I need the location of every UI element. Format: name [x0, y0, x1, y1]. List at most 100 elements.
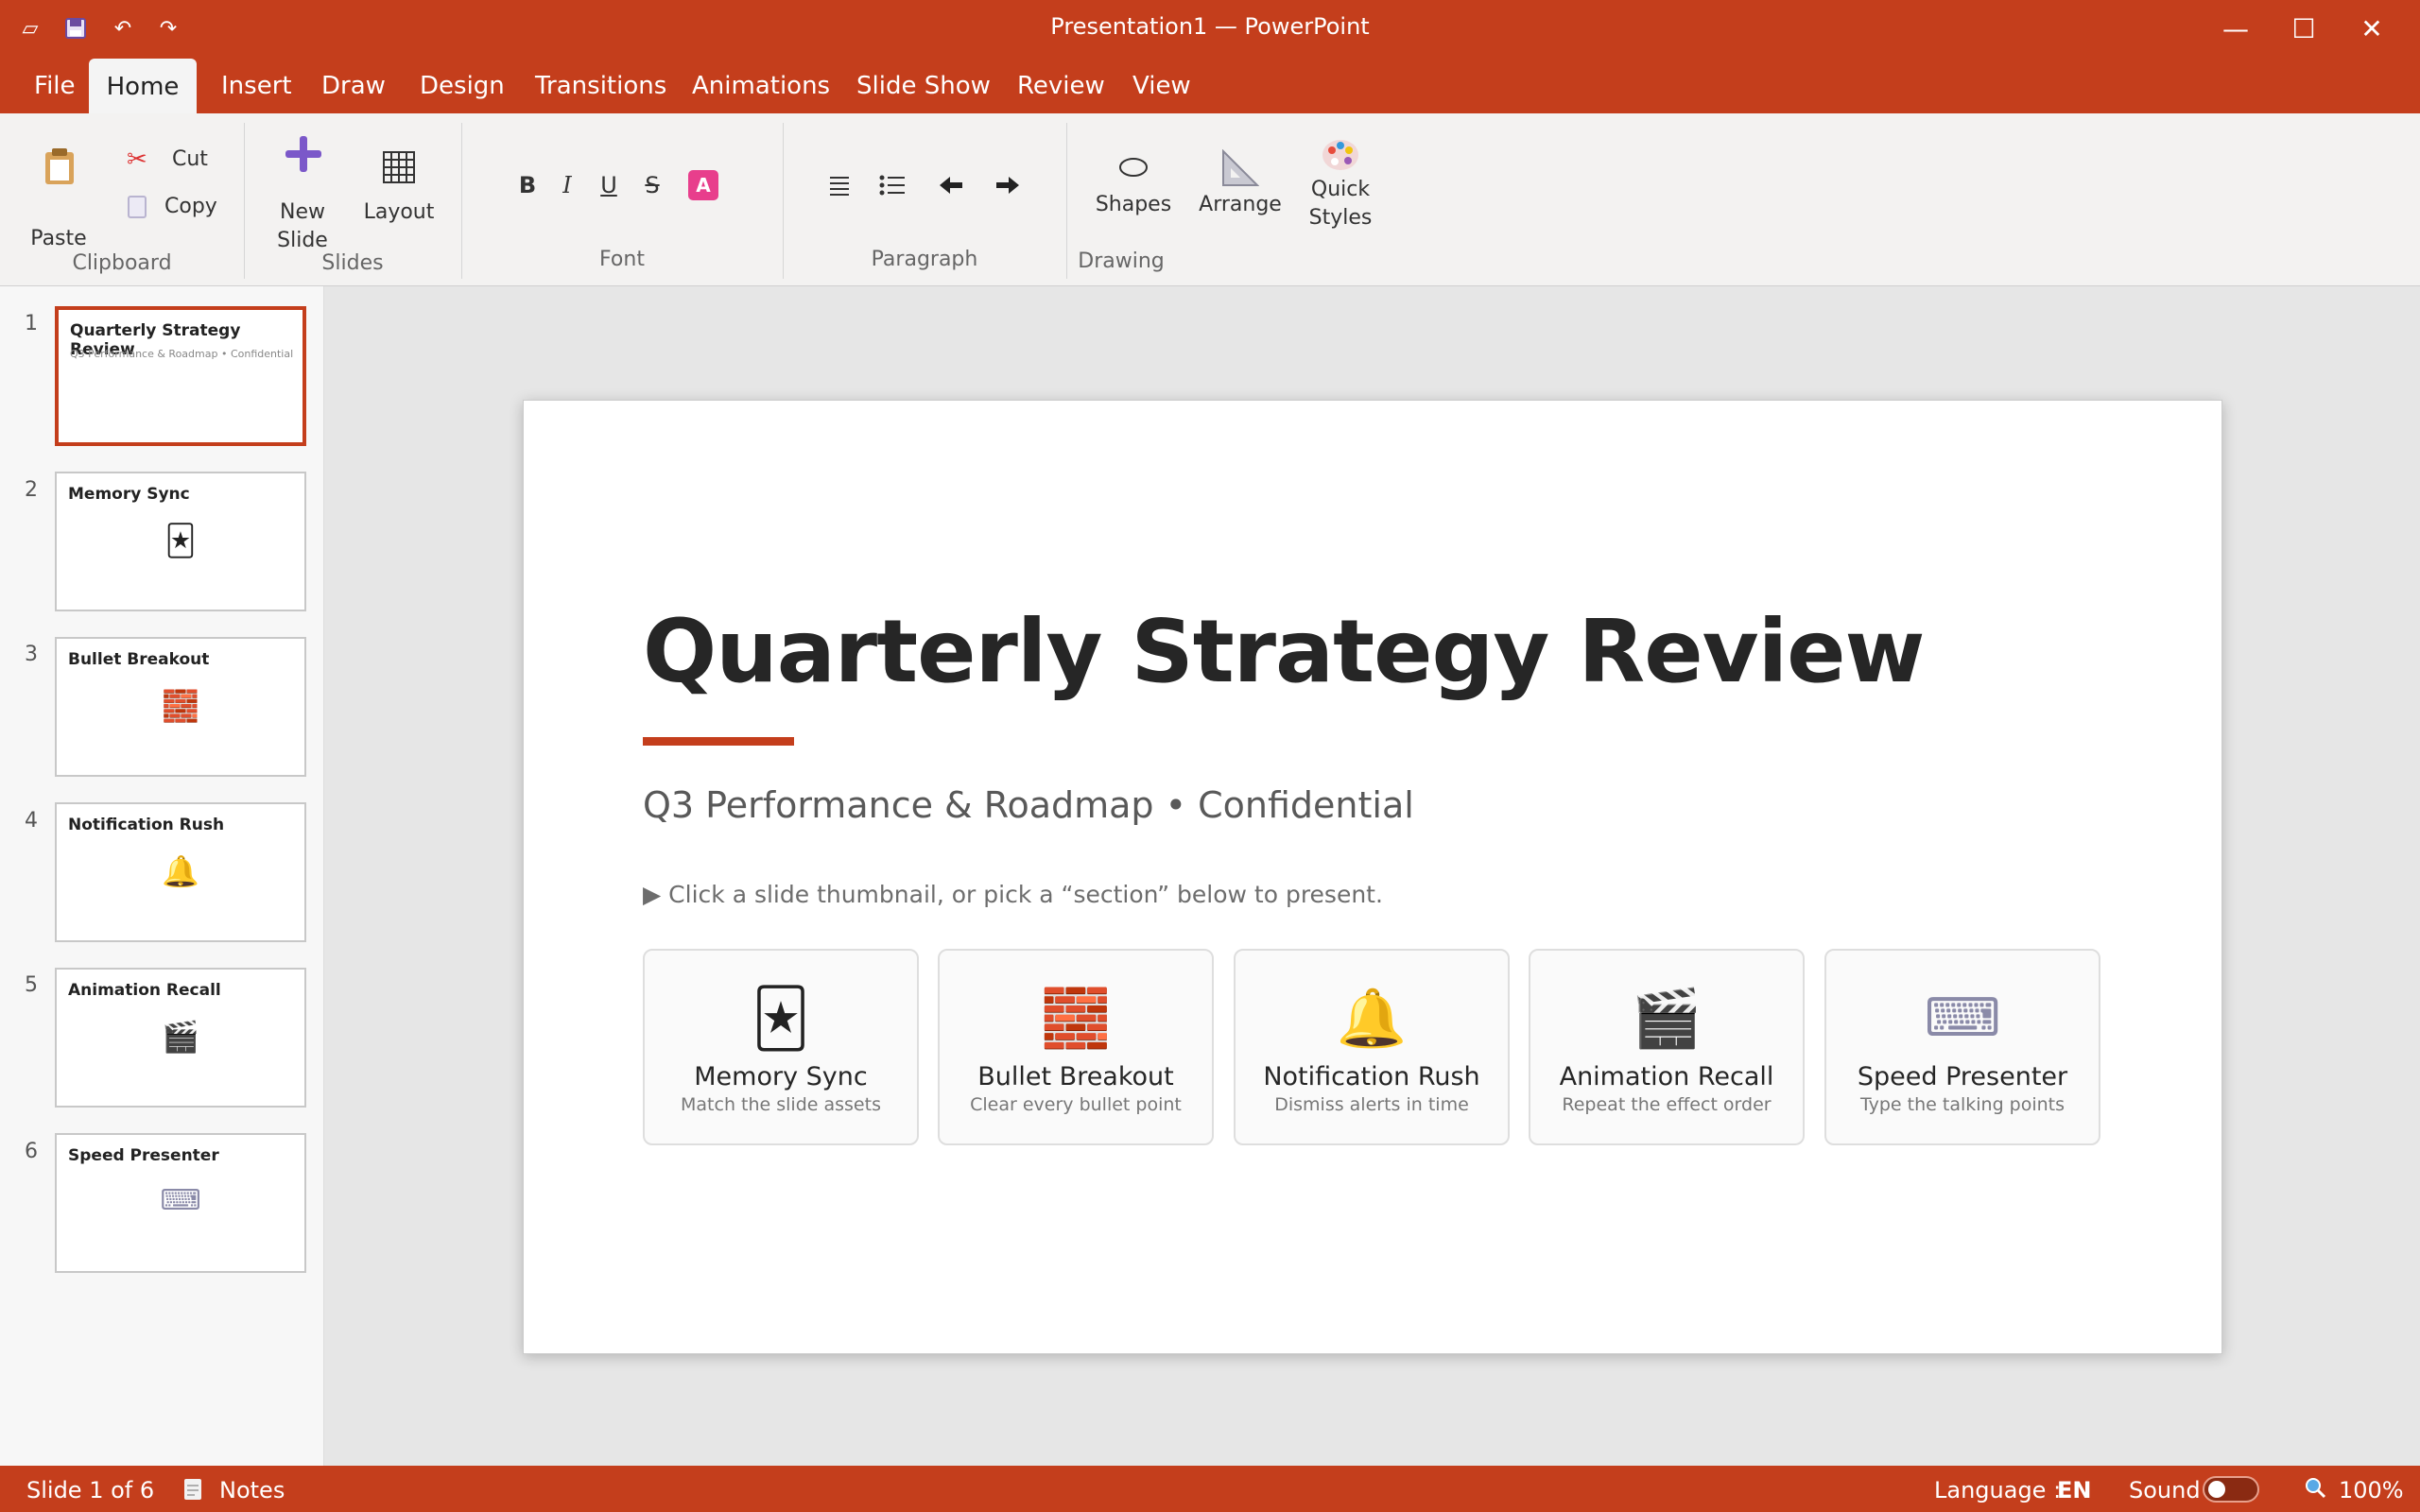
clapperboard-icon: 🎬	[162, 1019, 199, 1055]
section-card-bullet-breakout[interactable]: 🧱 Bullet Breakout Clear every bullet poi…	[938, 949, 1214, 1145]
status-bar: Slide 1 of 6 Notes Language : EN Sound 1…	[0, 1466, 2420, 1512]
layout-label: Layout	[363, 200, 435, 224]
quick-styles-button[interactable]: Quick Styles	[1301, 138, 1380, 242]
scissors-icon: ✂	[127, 146, 147, 174]
thumbnail-subtitle: Q3 Performance & Roadmap • Confidential	[70, 348, 294, 360]
title-bar: ▱ ↶ ↷ Presentation1 — PowerPoint — ☐ ✕	[0, 0, 2420, 57]
drawing-group-label: Drawing	[1078, 249, 1165, 273]
font-color-button[interactable]: A	[688, 170, 718, 200]
ruler-triangle-icon	[1221, 148, 1260, 191]
slide-counter: Slide 1 of 6	[26, 1477, 155, 1503]
slide-thumbnail-2[interactable]: Memory Sync 🃏	[55, 472, 306, 611]
italic-button[interactable]: I	[548, 168, 586, 202]
bullet-list-icon[interactable]	[873, 168, 911, 202]
arrange-label: Arrange	[1199, 193, 1282, 216]
window-title: Presentation1 — PowerPoint	[1050, 13, 1370, 40]
sound-toggle[interactable]	[2203, 1476, 2259, 1503]
font-group-label: Font	[599, 248, 645, 271]
slides-group-label: Slides	[321, 251, 384, 275]
zoom-level[interactable]: 100%	[2339, 1477, 2404, 1503]
palette-icon	[1322, 138, 1359, 176]
card-title: Bullet Breakout	[977, 1062, 1174, 1091]
ribbon-separator	[244, 123, 245, 279]
clapperboard-icon: 🎬	[1631, 986, 1703, 1052]
slide-title[interactable]: Quarterly Strategy Review	[643, 601, 1925, 702]
joker-card-icon: 🃏	[752, 986, 810, 1052]
slide-hint: ▶ Click a slide thumbnail, or pick a “se…	[643, 881, 1383, 908]
slide-subtitle[interactable]: Q3 Performance & Roadmap • Confidential	[643, 784, 1414, 826]
card-title: Speed Presenter	[1857, 1062, 2068, 1091]
keyboard-icon: ⌨	[160, 1184, 201, 1217]
cut-label: Cut	[172, 147, 208, 171]
notes-icon	[183, 1478, 202, 1506]
bell-icon: 🔔	[162, 853, 199, 889]
slide-thumbnail-4[interactable]: Notification Rush 🔔	[55, 802, 306, 942]
thumbnail-number: 2	[25, 478, 38, 502]
new-slide-label-line2: Slide	[277, 229, 328, 252]
notes-button[interactable]: Notes	[183, 1477, 372, 1503]
tab-view[interactable]: View	[1112, 59, 1212, 113]
section-card-notification-rush[interactable]: 🔔 Notification Rush Dismiss alerts in ti…	[1234, 949, 1510, 1145]
slide-thumbnail-5[interactable]: Animation Recall 🎬	[55, 968, 306, 1108]
clipboard-group-label: Clipboard	[72, 251, 172, 275]
joker-card-icon: 🃏	[164, 523, 197, 558]
tab-file[interactable]: File	[13, 59, 96, 113]
close-button[interactable]: ✕	[2348, 11, 2395, 45]
layout-button[interactable]: Layout	[357, 151, 441, 246]
section-card-animation-recall[interactable]: 🎬 Animation Recall Repeat the effect ord…	[1529, 949, 1805, 1145]
copy-button[interactable]: Copy	[127, 193, 231, 225]
minimize-button[interactable]: —	[2212, 11, 2259, 45]
decrease-indent-icon[interactable]	[932, 168, 970, 202]
align-icon[interactable]	[821, 168, 858, 202]
language-value[interactable]: EN	[2057, 1477, 2091, 1503]
section-card-memory-sync[interactable]: 🃏 Memory Sync Match the slide assets	[643, 949, 919, 1145]
card-description: Type the talking points	[1859, 1094, 2066, 1115]
bold-button[interactable]: B	[509, 168, 546, 202]
strikethrough-button[interactable]: S	[633, 168, 671, 202]
current-slide[interactable]: Quarterly Strategy Review Q3 Performance…	[523, 400, 2222, 1354]
increase-indent-icon[interactable]	[989, 168, 1027, 202]
clipboard-icon	[43, 147, 76, 189]
copy-icon	[127, 195, 147, 223]
thumbnail-number: 1	[25, 312, 38, 335]
new-slide-button[interactable]: New Slide	[265, 134, 340, 257]
thumbnail-title: Notification Rush	[68, 816, 225, 834]
tab-slide-show[interactable]: Slide Show	[836, 59, 1011, 113]
quick-styles-label-line2: Styles	[1308, 206, 1373, 230]
copy-label: Copy	[164, 195, 217, 218]
title-accent-rule	[643, 737, 794, 746]
shapes-button[interactable]: Shapes	[1093, 151, 1174, 227]
section-card-speed-presenter[interactable]: ⌨ Speed Presenter Type the talking point…	[1824, 949, 2100, 1145]
notes-label: Notes	[219, 1477, 285, 1503]
cut-button[interactable]: ✂ Cut	[127, 146, 231, 178]
maximize-button[interactable]: ☐	[2280, 11, 2327, 45]
paragraph-group-label: Paragraph	[871, 248, 978, 271]
tab-draw[interactable]: Draw	[301, 59, 406, 113]
tab-transitions[interactable]: Transitions	[514, 59, 687, 113]
card-description: Repeat the effect order	[1562, 1094, 1772, 1115]
tab-design[interactable]: Design	[399, 59, 526, 113]
thumbnail-number: 3	[25, 643, 38, 666]
zoom-icon[interactable]	[2303, 1475, 2327, 1505]
grid-icon	[383, 151, 415, 187]
language-label: Language :	[1934, 1477, 2062, 1503]
slide-thumbnail-3[interactable]: Bullet Breakout 🧱	[55, 637, 306, 777]
slide-thumbnail-6[interactable]: Speed Presenter ⌨	[55, 1133, 306, 1273]
keyboard-icon: ⌨	[1924, 988, 2001, 1049]
tab-animations[interactable]: Animations	[671, 59, 851, 113]
underline-button[interactable]: U	[590, 168, 628, 202]
thumbnail-title: Bullet Breakout	[68, 650, 210, 669]
card-description: Match the slide assets	[681, 1094, 881, 1115]
tab-home[interactable]: Home	[89, 59, 197, 115]
plus-icon	[284, 134, 323, 178]
card-title: Notification Rush	[1263, 1062, 1480, 1091]
ellipse-icon	[1118, 157, 1149, 181]
thumbnail-number: 4	[25, 809, 38, 833]
paste-button[interactable]: Paste	[19, 147, 98, 250]
arrange-button[interactable]: Arrange	[1195, 147, 1286, 227]
quick-styles-label-line1: Quick	[1310, 178, 1371, 201]
tab-review[interactable]: Review	[996, 59, 1126, 113]
thumbnail-number: 5	[25, 973, 38, 997]
tab-insert[interactable]: Insert	[200, 59, 313, 113]
slide-thumbnail-1[interactable]: Quarterly Strategy Review Q3 Performance…	[55, 306, 306, 446]
